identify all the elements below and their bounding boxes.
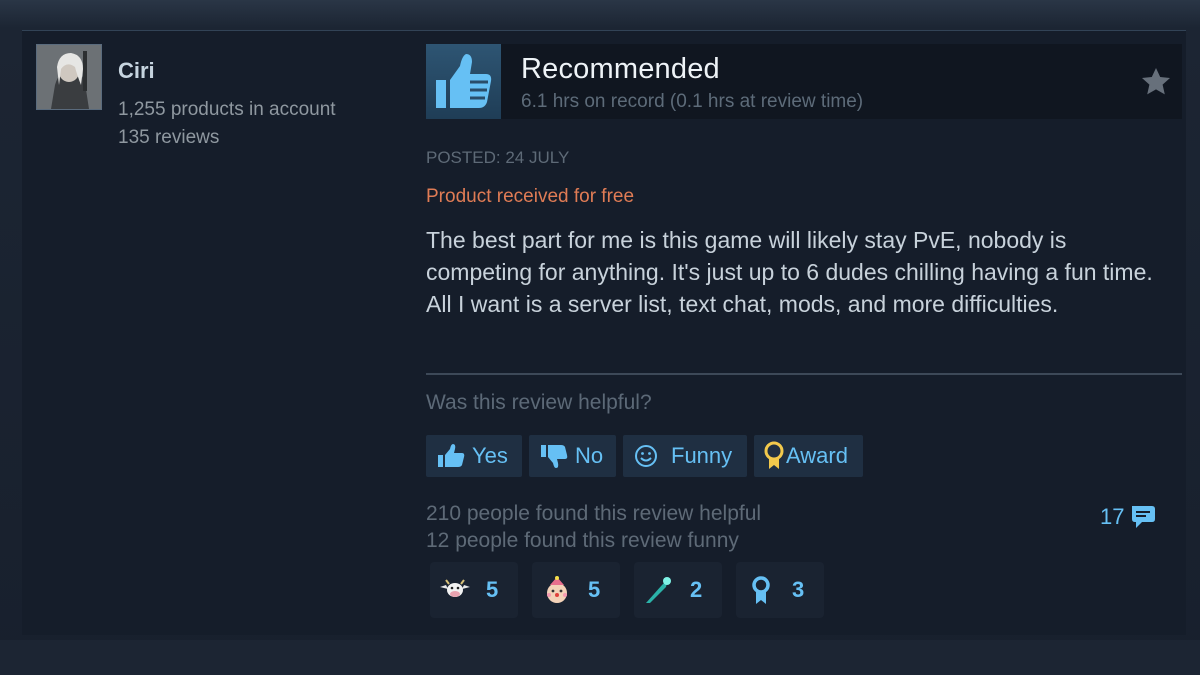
comments-button[interactable]: 17 xyxy=(1100,502,1158,532)
yes-label: Yes xyxy=(472,443,508,468)
award-item[interactable]: 5 xyxy=(532,562,620,618)
award-item[interactable]: 5 xyxy=(430,562,518,618)
divider xyxy=(426,373,1182,375)
free-product-note: Product received for free xyxy=(426,186,635,207)
review-verdict: Recommended xyxy=(521,53,720,85)
clown-award-icon xyxy=(547,576,567,603)
funny-button[interactable]: Funny xyxy=(623,435,747,477)
award-count: 3 xyxy=(792,577,805,602)
vote-header[interactable]: Recommended 6.1 hrs on record (0.1 hrs a… xyxy=(426,44,1182,119)
no-label: No xyxy=(575,443,604,468)
avatar[interactable] xyxy=(36,44,102,110)
cow-award-icon xyxy=(440,579,470,597)
comet-award-icon xyxy=(646,577,671,603)
award-item[interactable]: 3 xyxy=(736,562,824,618)
review-card: Ciri 1,255 products in account 135 revie… xyxy=(22,30,1186,635)
review-body: The best part for me is this game will l… xyxy=(426,227,1153,317)
award-count: 5 xyxy=(486,577,499,602)
author-products-count[interactable]: 1,255 products in account xyxy=(118,99,336,121)
comment-bubble-icon xyxy=(1132,506,1156,528)
ribbon-award-icon xyxy=(752,576,770,604)
helpful-count: 210 people found this review helpful xyxy=(426,502,762,525)
hours-on-record: 6.1 hrs on record (0.1 hrs at review tim… xyxy=(521,91,864,112)
smiley-icon xyxy=(635,445,657,467)
star-icon[interactable] xyxy=(1140,66,1172,98)
award-medal-icon xyxy=(764,441,784,469)
funny-count: 12 people found this review funny xyxy=(426,529,739,552)
thumbs-up-icon xyxy=(438,444,465,467)
yes-button[interactable]: Yes xyxy=(426,435,522,477)
author-name[interactable]: Ciri xyxy=(118,58,155,84)
no-button[interactable]: No xyxy=(529,435,616,477)
award-count: 5 xyxy=(588,577,601,602)
award-count: 2 xyxy=(690,577,703,602)
award-label: Award xyxy=(786,443,848,468)
comments-count: 17 xyxy=(1100,504,1125,529)
author-reviews-count[interactable]: 135 reviews xyxy=(118,127,219,149)
award-button[interactable]: Award xyxy=(754,435,863,477)
helpful-question: Was this review helpful? xyxy=(426,391,652,414)
bottom-strip xyxy=(0,640,1200,675)
award-item[interactable]: 2 xyxy=(634,562,722,618)
thumbs-up-icon xyxy=(426,44,501,119)
thumbs-down-icon xyxy=(541,445,568,468)
review-author: Ciri 1,255 products in account 135 revie… xyxy=(36,44,376,148)
funny-label: Funny xyxy=(671,443,733,468)
posted-date: POSTED: 24 JULY xyxy=(426,148,570,167)
